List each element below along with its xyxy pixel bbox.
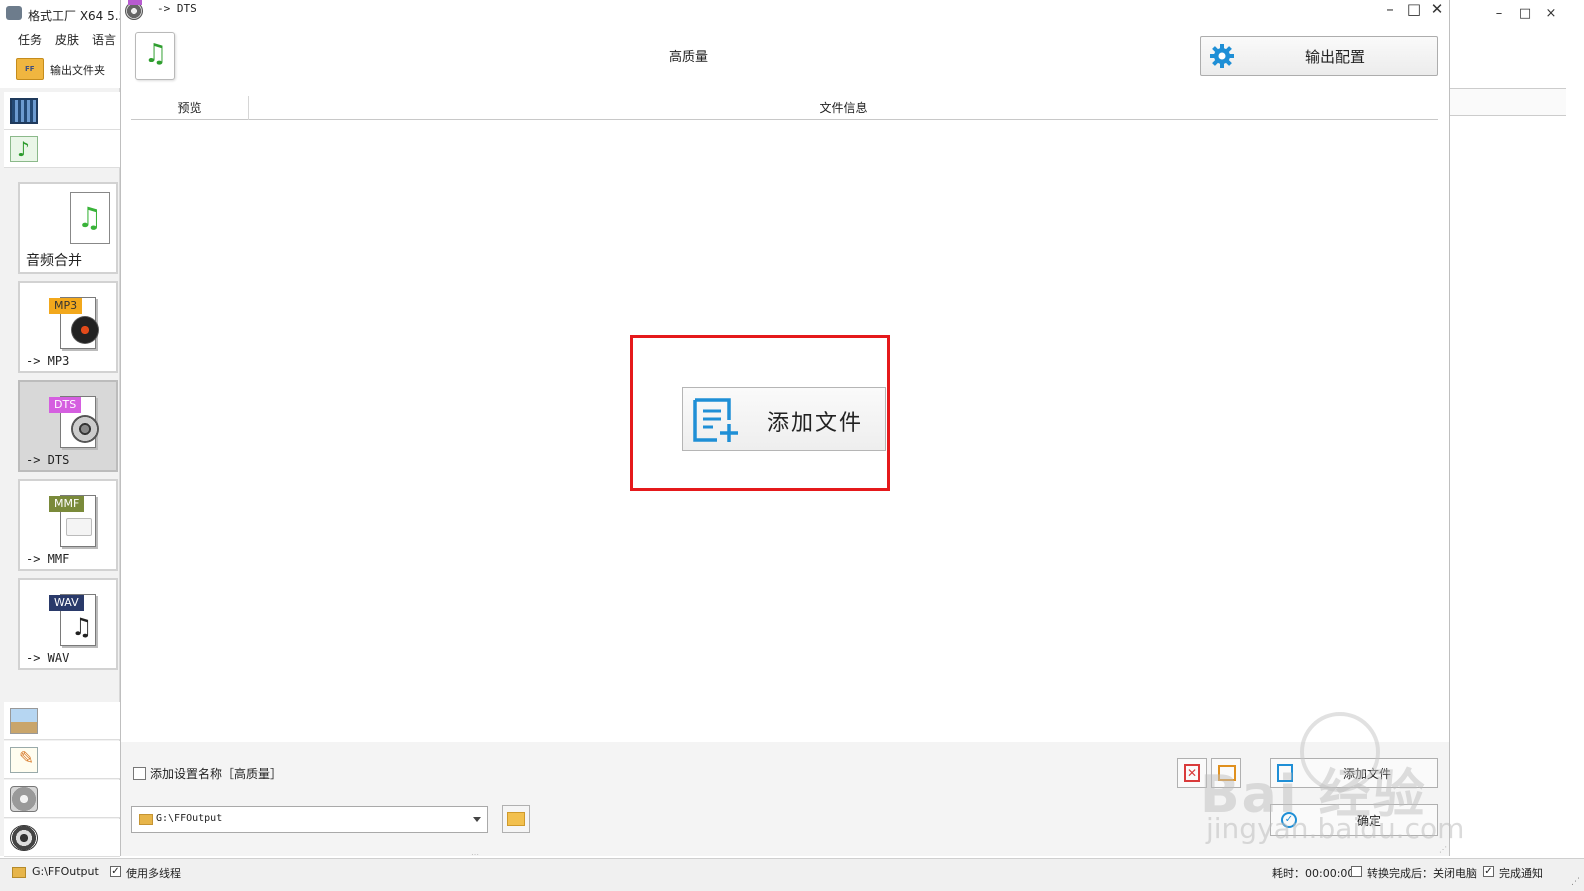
dialog-maximize-icon[interactable]: □ [1403,0,1425,19]
folder-icon [12,867,26,878]
minimize-icon[interactable]: – [1486,4,1512,24]
check-circle-icon: ✓ [1281,812,1297,828]
after-convert-checkbox[interactable] [1351,866,1362,877]
audio-merge-icon [70,192,110,244]
multithread-checkbox[interactable]: ✓ [110,866,121,877]
output-config-label: 输出配置 [1305,48,1366,66]
disc-icon [10,786,38,812]
conversion-dts[interactable]: DTS -> DTS [18,380,118,472]
notify-label: 完成通知 [1499,867,1543,880]
mmf-tag: MMF [49,496,85,512]
quality-label: 高质量 [669,50,709,65]
main-window-title: 格式工厂 X64 5.5.0 [28,9,120,23]
browse-folder-button[interactable] [502,805,530,833]
column-file-info[interactable]: 文件信息 [249,96,1438,120]
mp3-tag: MP3 [49,298,83,314]
menu-bar: 任务 皮肤 语言 [0,28,120,50]
file-list-header: 预览 文件信息 [131,96,1438,120]
conversion-label: -> MMF [26,552,70,566]
resize-grip-icon[interactable]: ⋰ [1439,845,1447,854]
output-path-select[interactable]: G:\FFOutput [131,806,488,833]
resize-grip-icon[interactable]: ⋰ [1571,877,1580,887]
close-icon[interactable]: × [1538,4,1564,24]
add-setting-name-checkbox[interactable] [133,767,146,780]
add-file-icon [1277,764,1293,782]
document-icon [10,747,38,773]
notify-checkbox[interactable]: ✓ [1483,866,1494,877]
add-file-icon [693,398,738,442]
conversion-label: -> MP3 [26,354,70,368]
dts-icon: DTS [49,390,99,448]
dialog-header: ♫ 高质量 输出配置 [121,20,1449,94]
add-file-label: 添加文件 [767,411,864,436]
status-bar: G:\FFOutput ✓ 使用多线程 耗时：00:00:00 转换完成后：关闭… [0,858,1584,891]
settings-icon [1218,765,1236,781]
category-audio[interactable] [4,130,120,168]
category-document[interactable] [4,741,120,779]
mmf-icon: MMF [49,489,98,547]
output-config-button[interactable]: 输出配置 [1200,36,1438,76]
app-icon [6,6,22,20]
add-file-button[interactable]: 添加文件 [682,387,886,451]
output-folder-label: 输出文件夹 [50,64,105,77]
ok-button[interactable]: ✓ 确定 [1270,804,1438,836]
dialog-footer: 添加设置名称［高质量］ G:\FFOutput ⋯ ✕ 添加文件 ✓ 确定 ⋰ [121,742,1449,859]
ok-label: 确定 [1357,814,1382,828]
menu-task[interactable]: 任务 [18,31,42,48]
multithread-label: 使用多线程 [126,867,181,880]
add-file-small-label: 添加文件 [1343,767,1392,781]
add-setting-name-label: 添加设置名称［高质量］ [150,767,283,781]
category-picture[interactable] [4,702,120,740]
clear-list-button[interactable]: ✕ [1177,758,1207,788]
music-file-icon: ♫ [135,32,175,80]
conversion-label: -> WAV [26,651,70,665]
film-reel-icon [10,825,38,851]
sidebar: 音频合并 MP3 -> MP3 DTS -> DTS [0,88,120,857]
dialog-minimize-icon[interactable]: – [1379,0,1401,19]
conversion-wav[interactable]: WAV ♫ -> WAV [18,578,118,670]
output-path-value: G:\FFOutput [156,813,223,824]
status-output-folder[interactable]: G:\FFOutput [32,865,99,878]
conversion-audio-merge[interactable]: 音频合并 [18,182,118,274]
maximize-icon[interactable]: □ [1512,4,1538,24]
dialog-titlebar: -> DTS – □ ✕ [121,0,1449,20]
conversion-mmf[interactable]: MMF -> MMF [18,479,118,571]
output-folder-button[interactable]: 输出文件夹 [0,54,120,86]
menu-skin[interactable]: 皮肤 [55,31,79,48]
picture-icon [10,708,38,734]
film-icon [10,98,38,124]
add-file-small-button[interactable]: 添加文件 [1270,758,1438,788]
after-convert-label: 转换完成后：关闭电脑 [1367,867,1477,880]
options-button[interactable] [1211,758,1241,788]
wav-tag: WAV [49,595,84,611]
category-utilities[interactable] [4,819,120,857]
menu-language[interactable]: 语言 [92,31,116,48]
folder-icon [16,58,44,80]
conversion-label: -> DTS [26,453,70,467]
gear-icon [1210,44,1234,68]
mp3-icon: MP3 [49,291,99,349]
dialog-title: -> DTS [157,2,197,15]
music-note-icon [10,136,38,162]
elapsed-time: 耗时：00:00:00 [1272,867,1355,880]
column-preview[interactable]: 预览 [131,96,249,120]
conversion-mp3[interactable]: MP3 -> MP3 [18,281,118,373]
conversion-label: 音频合并 [26,253,82,269]
delete-icon: ✕ [1184,764,1200,782]
dts-tag: DTS [49,397,82,413]
category-rom[interactable] [4,780,120,818]
splitter-handle[interactable]: ⋯ [471,850,479,859]
conversion-dialog: -> DTS – □ ✕ ♫ 高质量 输出配置 预览 文件信息 添加文件 添加设… [120,0,1450,859]
wav-icon: WAV ♫ [49,588,98,646]
dialog-close-icon[interactable]: ✕ [1426,0,1448,19]
task-list-header [1450,88,1566,116]
chevron-down-icon [473,817,481,822]
dts-speaker-icon [125,0,143,20]
folder-icon [139,814,153,825]
open-folder-icon [507,812,525,826]
category-video[interactable] [4,92,120,130]
